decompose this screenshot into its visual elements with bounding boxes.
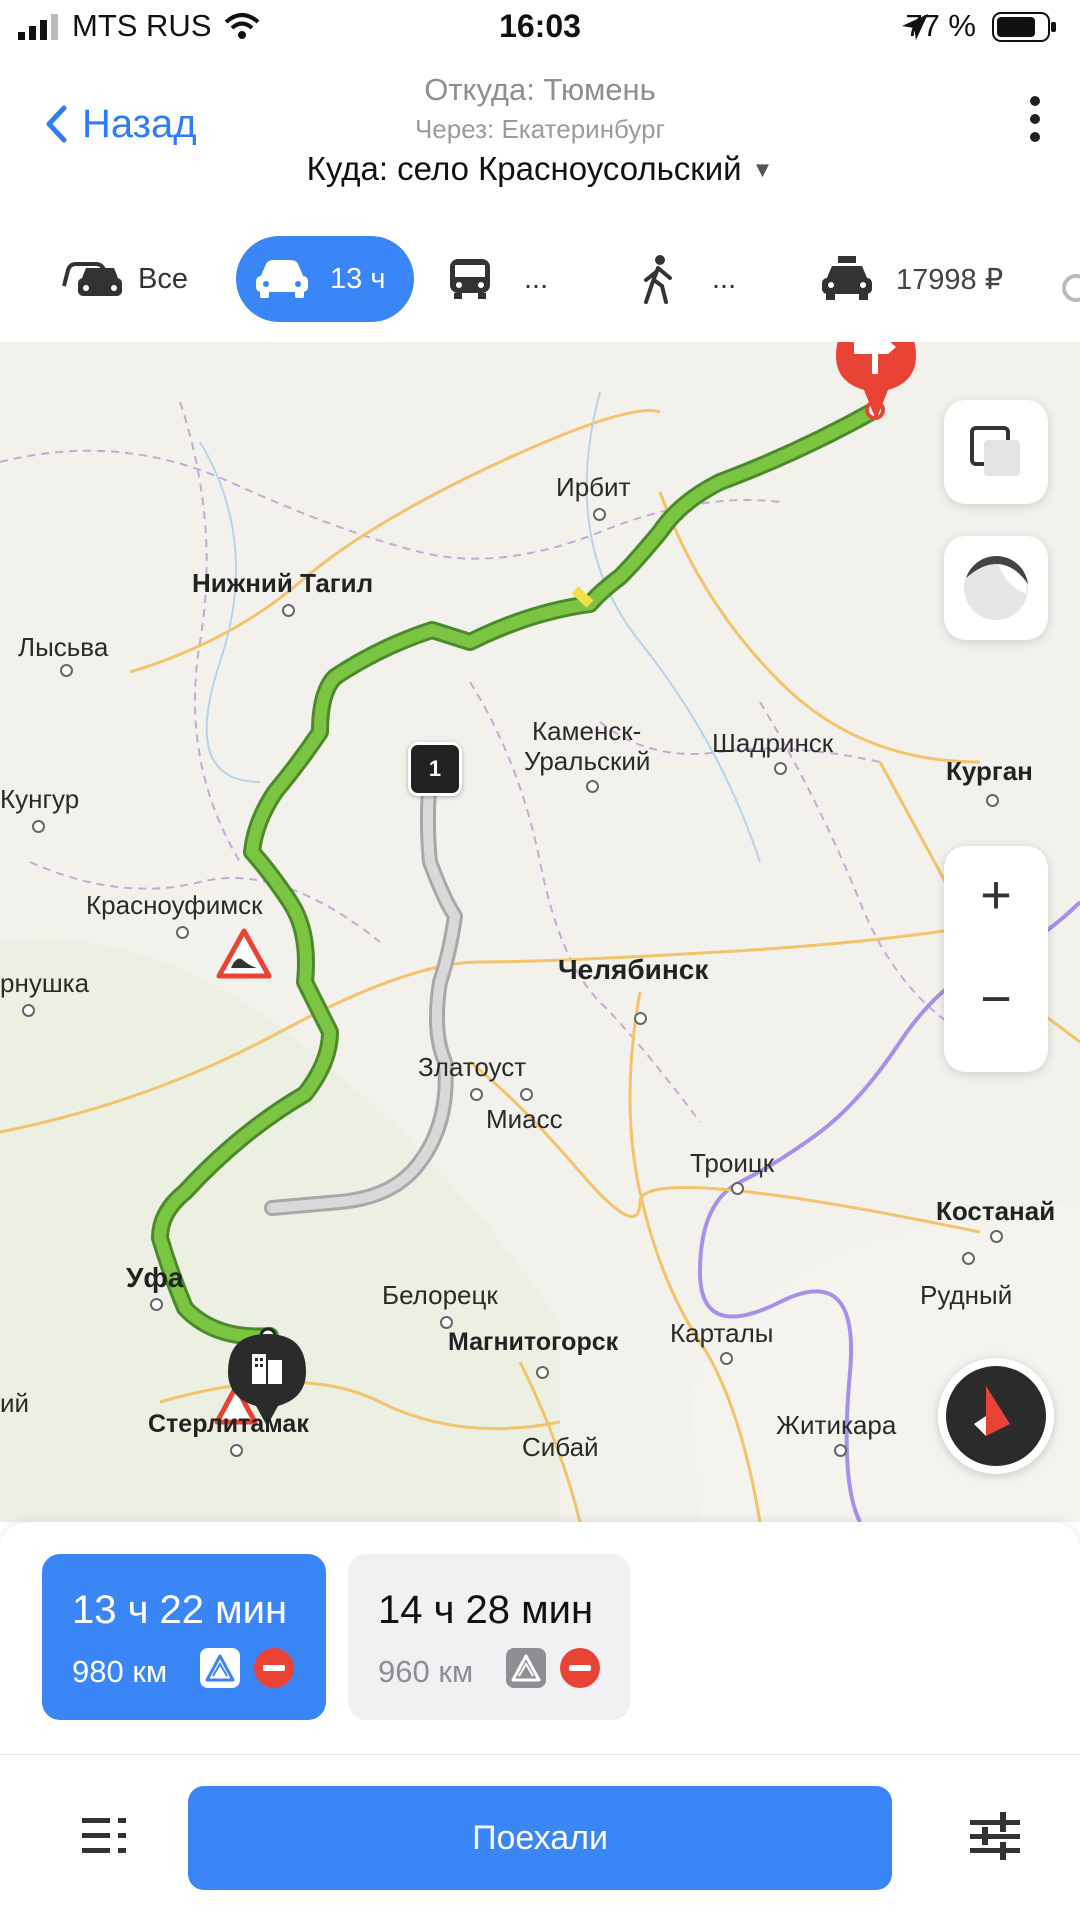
camera-icon — [506, 1648, 546, 1688]
pedestrian-icon — [644, 255, 672, 304]
route-from[interactable]: Откуда: Тюмень — [0, 72, 1080, 108]
tab-taxi-label: 17998 ₽ — [896, 263, 1004, 296]
road-warning-icon[interactable] — [216, 928, 272, 980]
status-bar: MTS RUS 16:03 77 % — [0, 0, 1080, 56]
divider — [0, 1754, 1080, 1755]
bike-icon[interactable] — [1056, 262, 1080, 302]
city-label: Лысьва — [18, 632, 109, 662]
route-option-1[interactable]: 13 ч 22 мин 980 км — [42, 1554, 326, 1720]
city-dot — [150, 1298, 163, 1311]
more-menu-button[interactable] — [1020, 96, 1050, 152]
tab-car[interactable]: 13 ч — [236, 236, 414, 322]
city-dot — [586, 780, 599, 793]
city-label: Стерлитамак — [148, 1410, 309, 1438]
city-dot — [230, 1444, 243, 1457]
city-label: Карталы — [670, 1318, 774, 1348]
city-label: Троицк — [690, 1148, 775, 1178]
city-dot — [986, 794, 999, 807]
bus-icon — [450, 259, 490, 299]
city-label: Кунгур — [0, 784, 80, 814]
city-label: ий — [0, 1388, 30, 1418]
city-label: Миасс — [486, 1104, 563, 1134]
city-dot — [634, 1012, 647, 1025]
layers-button[interactable] — [944, 400, 1048, 504]
route-to[interactable]: Куда: село Красноусольский ▼ — [0, 150, 1080, 188]
compass-arrow-icon — [974, 1386, 1010, 1436]
city-label: Белорецк — [382, 1280, 498, 1310]
city-dot — [470, 1088, 483, 1101]
route-sheet: 13 ч 22 мин 980 км 14 ч 28 мин 960 км По… — [0, 1522, 1080, 1920]
compass-button[interactable] — [938, 1358, 1054, 1474]
tab-bus[interactable]: ... — [448, 236, 558, 322]
route-time: 14 ч 28 мин — [378, 1588, 594, 1632]
city-dot — [282, 604, 295, 617]
battery-percent: 77 % — [905, 8, 976, 43]
route-distance: 960 км — [378, 1654, 474, 1689]
city-dot — [176, 926, 189, 939]
tab-taxi[interactable]: 17998 ₽ — [820, 236, 1020, 322]
city-label: Красноуфимск — [86, 890, 263, 920]
city-label: Уральский — [524, 746, 651, 776]
city-label: Златоуст — [418, 1052, 527, 1082]
city-label: Сибай — [522, 1432, 599, 1462]
city-dot — [731, 1182, 744, 1195]
city-label: Шадринск — [712, 728, 834, 758]
dropdown-caret-icon: ▼ — [751, 157, 774, 182]
taxi-icon — [822, 256, 872, 300]
city-label: Костанай — [936, 1196, 1056, 1226]
map[interactable]: 1 Ирбит Нижний Тагил Лысьва Кунгур Камен… — [0, 342, 1080, 1522]
traffic-light-icon — [964, 555, 1028, 620]
city-dot — [60, 664, 73, 677]
tab-bus-label: ... — [524, 262, 549, 295]
traffic-button[interactable] — [944, 536, 1048, 640]
destination-pin-icon[interactable] — [834, 342, 918, 422]
route-time: 13 ч 22 мин — [72, 1588, 288, 1632]
route-distance: 980 км — [72, 1654, 168, 1689]
city-label: Житикара — [776, 1410, 897, 1440]
city-dot — [593, 508, 606, 521]
city-dot — [520, 1088, 533, 1101]
city-label: Ирбит — [556, 472, 631, 502]
route-via[interactable]: Через: Екатеринбург — [0, 114, 1080, 145]
toll-icon — [560, 1648, 600, 1688]
city-dot — [962, 1252, 975, 1265]
settings-sliders-icon[interactable] — [970, 1812, 1020, 1860]
cars-icon — [62, 262, 122, 296]
toll-icon — [254, 1648, 294, 1688]
city-dot — [22, 1004, 35, 1017]
route-list-icon[interactable] — [82, 1816, 128, 1856]
city-label: Рудный — [920, 1280, 1013, 1310]
city-label: рнушка — [0, 968, 90, 998]
city-dot — [774, 762, 787, 775]
city-label: Нижний Тагил — [192, 568, 374, 598]
zoom-out-button[interactable]: − — [944, 968, 1048, 1048]
battery-icon — [992, 12, 1056, 42]
camera-icon — [200, 1648, 240, 1688]
transport-tabs: Все 13 ч ... ... 17998 ₽ — [0, 236, 1080, 322]
route-option-2[interactable]: 14 ч 28 мин 960 км — [348, 1554, 630, 1720]
zoom-in-button[interactable]: + — [944, 864, 1048, 944]
tab-all-label: Все — [138, 262, 188, 295]
city-dot — [32, 820, 45, 833]
city-label: Каменск- — [532, 716, 642, 746]
layers-icon — [970, 426, 1020, 476]
city-label: Магнитогорск — [448, 1328, 619, 1356]
city-dot — [720, 1352, 733, 1365]
car-icon — [256, 260, 308, 298]
city-dot — [536, 1366, 549, 1379]
city-label: Уфа — [126, 1262, 184, 1293]
tab-walk-label: ... — [712, 262, 737, 295]
maneuver-marker[interactable]: 1 — [408, 742, 462, 796]
city-dot — [834, 1444, 847, 1457]
route-to-label: Куда: село Красноусольский — [306, 150, 742, 187]
tab-all[interactable]: Все — [62, 236, 202, 322]
tab-walk[interactable]: ... — [640, 236, 750, 322]
city-label: Челябинск — [558, 954, 709, 985]
go-button[interactable]: Поехали — [188, 1786, 892, 1890]
city-label: Курган — [946, 756, 1033, 786]
zoom-control: + − — [944, 846, 1048, 1072]
tab-car-label: 13 ч — [330, 262, 386, 295]
city-dot — [990, 1230, 1003, 1243]
